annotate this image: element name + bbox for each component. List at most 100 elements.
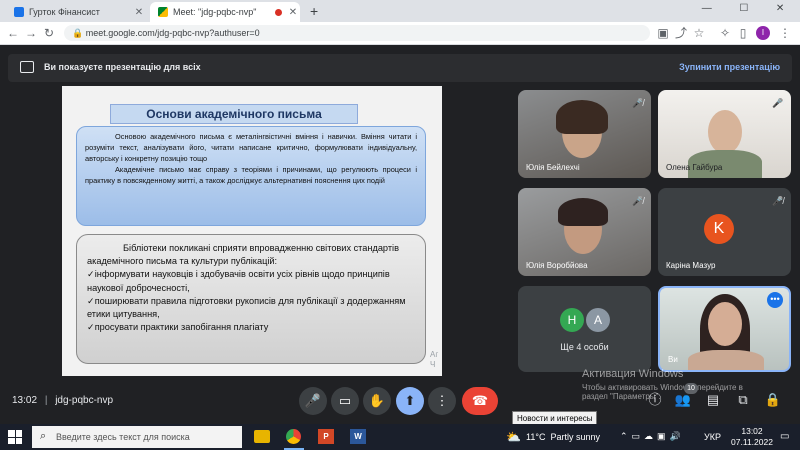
end-call-button[interactable]: ☎ (462, 387, 498, 415)
presenting-text: Ви показуєте презентацію для всіх (44, 62, 201, 72)
tab-gurtok[interactable]: Гурток Фінансист ✕ (6, 2, 146, 22)
file-explorer-icon[interactable] (254, 430, 270, 443)
libraries-box: Бібліотеки покликані сприяти впровадженн… (76, 234, 426, 364)
more-options-button[interactable]: ⋮ (428, 387, 456, 415)
camera-button[interactable]: ▭ (331, 387, 359, 415)
participant-face (708, 110, 742, 154)
weather-text[interactable]: 11°C Partly sunny (526, 432, 600, 442)
libraries-intro: Бібліотеки покликані сприяти впровадженн… (87, 243, 399, 267)
minimize-button[interactable]: — (702, 3, 712, 14)
presentation-slide: Основи академічного письма Основою акаде… (62, 86, 442, 376)
mic-off-icon: 🎤̸ (632, 196, 644, 206)
participant-count-badge: 10 (684, 383, 698, 394)
mic-off-icon: 🎤̸ (772, 98, 784, 108)
present-icon: ⬆ (404, 393, 416, 408)
tab-title: Meet: "jdg-pqbc-nvp" (173, 7, 257, 17)
camera-icon[interactable]: ▣ (656, 26, 670, 40)
slide-title: Основи академічного письма (110, 104, 358, 124)
present-button[interactable]: ⬆ (396, 387, 424, 415)
definition-paragraph-1: Основою академічного письма є металінгві… (85, 132, 417, 163)
libraries-item-2: ✓поширювати правила підготовки рукописів… (87, 295, 406, 320)
activities-button[interactable]: ⧉ (732, 389, 754, 411)
close-window-button[interactable]: ✕ (776, 3, 784, 14)
mic-button[interactable]: 🎤 (299, 387, 327, 415)
star-icon[interactable]: ☆ (692, 26, 706, 40)
participant-tile[interactable]: 🎤̸ Юлія Бейлехчі (518, 90, 651, 178)
definition-paragraph-2: Академічне письмо має справу з теоріями … (85, 165, 417, 185)
people-button[interactable]: 👥 10 (672, 383, 698, 411)
chat-icon: ▤ (706, 392, 720, 407)
close-icon[interactable]: ✕ (132, 7, 146, 18)
participant-tile[interactable]: 🎤̸ Юлія Воробйова (518, 188, 651, 276)
participant-name: Юлія Воробйова (526, 261, 588, 270)
meeting-code: jdg-pqbc-nvp (55, 395, 114, 406)
url-field[interactable]: 🔒 meet.google.com/jdg-pqbc-nvp?authuser=… (64, 25, 650, 41)
participant-name: Юлія Бейлехчі (526, 163, 580, 172)
stop-presenting-button[interactable]: Зупинити презентацію (679, 62, 780, 72)
weather-icon: ⛅ (506, 430, 521, 444)
language-indicator[interactable]: УКР (704, 432, 721, 442)
address-toolbar: ← → ↻ 🔒 meet.google.com/jdg-pqbc-nvp?aut… (0, 22, 800, 45)
powerpoint-icon[interactable]: P (318, 429, 334, 444)
reload-icon[interactable]: ↻ (42, 26, 56, 40)
participant-avatar: Н (560, 308, 584, 332)
participant-avatar: А (586, 308, 610, 332)
clock-date: 07.11.2022 (731, 437, 773, 447)
meeting-info: 13:02 | jdg-pqbc-nvp (12, 395, 113, 406)
lock-icon: 🔒 (72, 28, 84, 38)
libraries-item-1: ✓інформувати науковців і здобувачів осві… (87, 269, 390, 293)
participant-hair (556, 100, 608, 134)
meeting-time: 13:02 (12, 395, 38, 406)
classroom-icon (14, 7, 24, 17)
window-controls: — ☐ ✕ (688, 3, 798, 14)
tray-icons[interactable]: ⌃▭☁▣🔊 (620, 431, 685, 442)
libraries-item-3: ✓просувати практики запобігання плагіату (87, 322, 269, 333)
more-options-icon[interactable]: ••• (767, 292, 783, 308)
tab-meet[interactable]: Meet: "jdg-pqbc-nvp" ✕ (150, 2, 300, 22)
info-button[interactable]: ⓘ (644, 389, 666, 411)
lock-person-icon: 🔒 (764, 392, 782, 407)
mic-off-icon: 🎤̸ (632, 98, 644, 108)
participant-tile[interactable]: 🎤̸ Олена Гайбура (658, 90, 791, 178)
participant-tile[interactable]: K 🎤̸ Каріна Мазур (658, 188, 791, 276)
self-tile[interactable]: ••• Ви (658, 286, 791, 372)
mic-icon: 🎤 (304, 393, 322, 408)
slide-corner-text: Аг Ч (430, 350, 439, 369)
menu-icon[interactable]: ⋮ (778, 26, 792, 40)
back-icon[interactable]: ← (6, 26, 20, 40)
hand-icon: ✋ (368, 393, 386, 408)
notification-icon[interactable]: ▭ (780, 431, 789, 442)
more-participants-tile[interactable]: Н А Ще 4 особи (518, 286, 651, 372)
present-screen-icon (20, 61, 34, 73)
extensions-icon[interactable]: ✧ (718, 26, 732, 40)
raise-hand-button[interactable]: ✋ (363, 387, 391, 415)
meeting-separator: | (44, 395, 48, 406)
url-text: meet.google.com/jdg-pqbc-nvp?authuser=0 (85, 28, 260, 38)
camera-icon: ▭ (338, 393, 352, 408)
more-vert-icon: ⋮ (435, 393, 449, 408)
new-tab-button[interactable]: + (310, 3, 318, 19)
host-controls-button[interactable]: 🔒 (762, 389, 784, 411)
taskbar-search-box[interactable]: ⌕ Введите здесь текст для поиска (32, 426, 242, 448)
windows-start-icon[interactable] (8, 430, 22, 444)
clock-time: 13:02 (741, 426, 763, 436)
share-icon[interactable]: ⤴ (674, 26, 688, 40)
activities-icon: ⧉ (738, 392, 748, 407)
search-icon: ⌕ (40, 430, 47, 442)
maximize-button[interactable]: ☐ (739, 3, 748, 14)
taskbar-clock[interactable]: 13:02 07.11.2022 (730, 426, 774, 448)
self-face-front (708, 302, 742, 346)
phone-hangup-icon: ☎ (471, 393, 489, 408)
mic-off-icon: 🎤̸ (772, 196, 784, 206)
word-icon[interactable]: W (350, 429, 366, 444)
profile-avatar[interactable]: I (756, 26, 770, 40)
close-icon[interactable]: ✕ (286, 7, 300, 18)
forward-icon[interactable]: → (24, 26, 38, 40)
participant-name: Ви (668, 355, 678, 364)
participant-avatar: K (704, 214, 734, 244)
meet-icon (158, 7, 168, 17)
chrome-icon[interactable] (286, 429, 301, 444)
chat-button[interactable]: ▤ (702, 389, 724, 411)
sidepanel-icon[interactable]: ▯ (736, 26, 750, 40)
search-placeholder: Введите здесь текст для поиска (56, 432, 190, 442)
